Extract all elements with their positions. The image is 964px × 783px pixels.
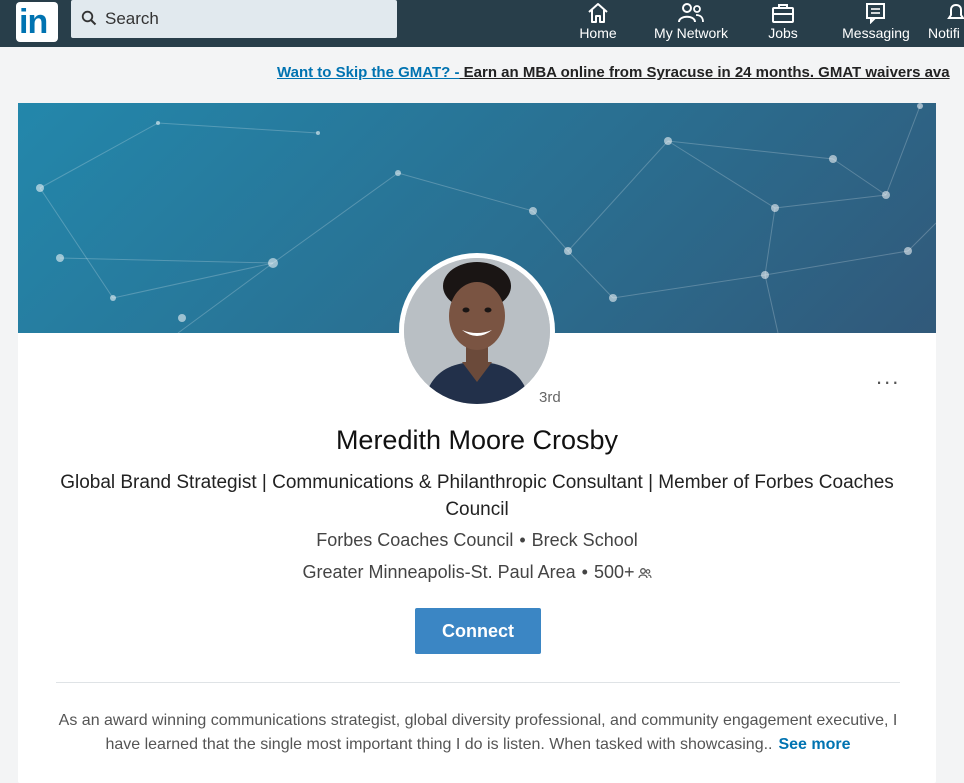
ad-text[interactable]: Earn an MBA online from Syracuse in 24 m… (459, 64, 950, 81)
see-more-link[interactable]: See more (778, 736, 850, 753)
search-box[interactable] (71, 0, 397, 38)
ad-banner[interactable]: Want to Skip the GMAT? - Earn an MBA onl… (277, 64, 964, 88)
top-nav: in Home My Network Jobs Messaging Notifi (0, 0, 964, 47)
search-input[interactable] (105, 7, 385, 31)
nav-notifications[interactable]: Notifi (926, 0, 964, 47)
network-icon (678, 3, 704, 23)
about-text: As an award winning communications strat… (58, 712, 898, 753)
nav-my-network-label: My Network (654, 25, 728, 41)
ad-link[interactable]: Want to Skip the GMAT? - (277, 64, 459, 81)
profile-location-row: Greater Minneapolis-St. Paul Area • 500+ (18, 562, 936, 583)
nav-jobs-label: Jobs (768, 25, 798, 41)
nav-home-label: Home (579, 25, 617, 41)
logo-text: in (19, 3, 48, 41)
school[interactable]: Breck School (532, 530, 638, 550)
connect-button[interactable]: Connect (415, 608, 541, 654)
divider (56, 682, 900, 683)
home-icon (588, 3, 608, 23)
separator-dot: • (581, 562, 588, 582)
bell-icon (947, 3, 964, 19)
nav-my-network[interactable]: My Network (648, 0, 734, 47)
separator-dot: • (519, 530, 526, 550)
nav-messaging[interactable]: Messaging (840, 0, 912, 47)
briefcase-icon (772, 4, 794, 23)
nav-notifications-label: Notifi (928, 25, 960, 41)
more-options-button[interactable]: ... (876, 366, 900, 388)
current-company[interactable]: Forbes Coaches Council (316, 530, 513, 550)
search-icon (81, 10, 97, 26)
profile-avatar[interactable] (399, 253, 555, 409)
connections-count[interactable]: 500+ (594, 562, 635, 582)
profile-headline: Global Brand Strategist | Communications… (60, 472, 894, 520)
nav-home[interactable]: Home (572, 0, 624, 47)
profile-affiliations: Forbes Coaches Council • Breck School (18, 530, 936, 551)
messaging-icon (866, 3, 885, 24)
linkedin-logo[interactable]: in (16, 2, 58, 42)
connection-degree: 3rd (539, 389, 561, 406)
about-summary: As an award winning communications strat… (48, 709, 908, 757)
profile-card: 3rd ... Meredith Moore Crosby Global Bra… (18, 103, 936, 783)
profile-photo (404, 258, 550, 404)
profile-name: Meredith Moore Crosby (335, 425, 619, 455)
nav-jobs[interactable]: Jobs (760, 0, 806, 47)
nav-messaging-label: Messaging (842, 25, 910, 41)
connections-icon (637, 568, 652, 579)
location: Greater Minneapolis-St. Paul Area (302, 562, 576, 582)
